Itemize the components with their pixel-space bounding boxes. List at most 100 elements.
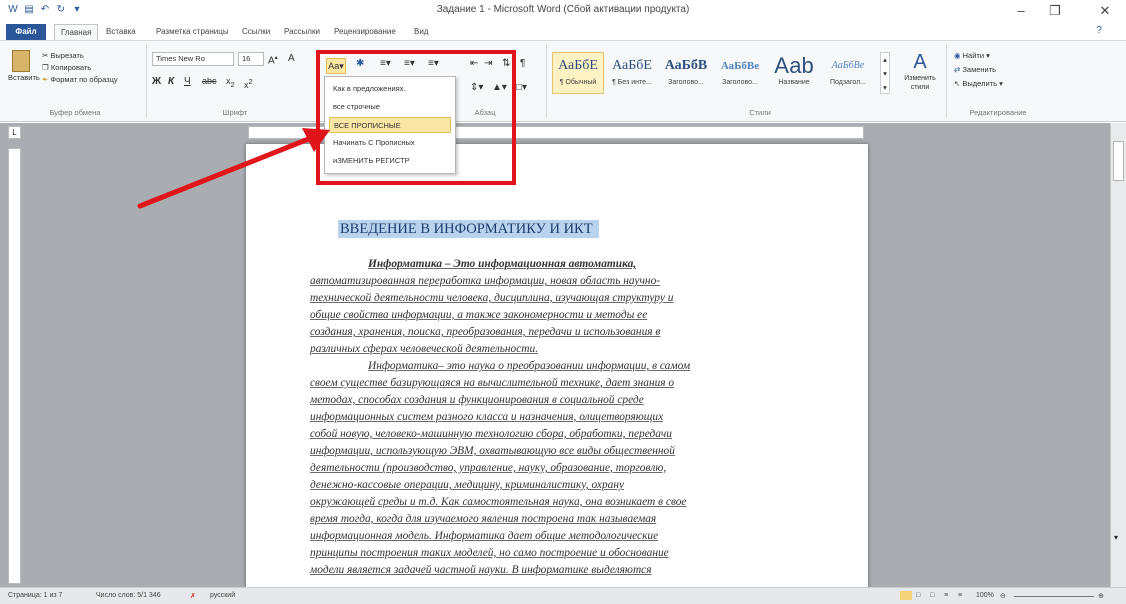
page-counter[interactable]: Страница: 1 из 7 — [8, 592, 62, 599]
strikethrough-icon[interactable]: abc — [202, 76, 217, 87]
scroll-down-icon[interactable]: ▾ — [1114, 533, 1118, 542]
bold-icon[interactable]: Ж — [152, 76, 161, 87]
tab-home[interactable]: Главная — [54, 24, 99, 40]
doc-line[interactable]: модели является задачей частной науки. В… — [310, 563, 830, 577]
format-painter-button[interactable]: ✒ Формат по образцу — [42, 74, 118, 85]
scissors-icon: ✂ — [42, 51, 49, 60]
style-title[interactable]: Ааb Название — [768, 52, 820, 94]
doc-line[interactable]: различных сферах человеческой деятельнос… — [310, 342, 830, 356]
doc-line[interactable]: автоматизированная переработка информаци… — [310, 274, 830, 288]
copy-button[interactable]: ❐ Копировать — [42, 62, 91, 73]
clipboard-icon — [12, 50, 30, 72]
title-bar: W ▤ ↶ ↻ ▾ Задание 1 - Microsoft Word (Сб… — [0, 0, 1126, 22]
copy-label: Копировать — [50, 63, 92, 72]
vertical-ruler[interactable] — [8, 148, 21, 584]
doc-line[interactable]: собой новую, человеко-машинную технологи… — [310, 427, 830, 441]
print-layout-view-icon[interactable] — [900, 591, 912, 600]
find-button[interactable]: ◉ Найти ▾ — [954, 50, 990, 61]
style-sample: АаБбВ — [664, 58, 708, 73]
zoom-slider[interactable] — [1014, 596, 1094, 597]
style-heading-1[interactable]: АаБбВ Заголово... — [660, 52, 712, 94]
doc-line[interactable]: время тогда, когда для изучаемого явлени… — [310, 512, 830, 526]
web-layout-view-icon[interactable]: □ — [930, 592, 934, 599]
italic-icon[interactable]: К — [168, 76, 174, 87]
font-name-combo[interactable]: Times New Ro — [152, 52, 234, 66]
zoom-out-icon[interactable]: ⊖ — [1000, 592, 1006, 600]
clipboard-group-label: Буфер обмена — [49, 108, 101, 117]
close-button[interactable]: ✕ — [1090, 2, 1120, 20]
change-styles-icon: A — [913, 51, 927, 73]
style-subtitle[interactable]: АаБбВе Подзагол... — [822, 52, 874, 94]
tab-insert[interactable]: Вставка — [100, 24, 142, 40]
change-styles-button[interactable]: A Изменить стили — [898, 50, 942, 92]
style-heading-2[interactable]: АаБбВе Заголово... — [714, 52, 766, 94]
select-button[interactable]: ↖ Выделить ▾ — [954, 78, 1003, 89]
tab-view[interactable]: Вид — [408, 24, 434, 40]
divider — [146, 44, 147, 118]
subscript-icon[interactable]: x2 — [226, 76, 235, 90]
document-heading[interactable]: ВВЕДЕНИЕ В ИНФОРМАТИКУ И ИКТ — [338, 220, 599, 238]
borders-icon[interactable]: □▾ — [516, 82, 527, 93]
minimize-button[interactable]: – — [1006, 2, 1036, 20]
doc-line[interactable]: принципы построения таких моделей, но са… — [310, 546, 830, 560]
language-indicator[interactable]: русский — [210, 592, 235, 599]
word-count[interactable]: Число слов: 5/1 346 — [96, 592, 161, 599]
style-sample: АаБбВе — [720, 60, 760, 72]
divider — [546, 44, 547, 118]
zoom-in-icon[interactable]: ⊕ — [1098, 592, 1104, 600]
style-name: Название — [778, 79, 810, 86]
tab-file[interactable]: Файл — [6, 24, 46, 40]
show-marks-icon[interactable]: ¶ — [520, 58, 525, 69]
doc-line[interactable]: Информатика– это наука о преобразовании … — [368, 359, 888, 373]
doc-line[interactable]: деятельности (производство, управление, … — [310, 461, 830, 475]
tab-page-layout[interactable]: Разметка страницы — [150, 24, 235, 40]
full-screen-view-icon[interactable]: □ — [916, 592, 920, 599]
doc-line[interactable]: информационных систем разного класса и н… — [310, 410, 830, 424]
shrink-font-icon[interactable]: A — [288, 53, 295, 64]
ribbon-tabs: Файл Главная Вставка Разметка страницы С… — [0, 22, 1126, 40]
cut-button[interactable]: ✂ Вырезать — [42, 50, 84, 61]
ruler-tab-selector[interactable]: L — [8, 126, 21, 139]
replace-label: Заменить — [962, 65, 997, 74]
style-name: ¶ Обычный — [559, 79, 597, 86]
scrollbar-thumb[interactable] — [1113, 141, 1124, 181]
tab-mailings[interactable]: Рассылки — [278, 24, 326, 40]
tab-references[interactable]: Ссылки — [236, 24, 276, 40]
window-title: Задание 1 - Microsoft Word (Сбой активац… — [436, 4, 690, 15]
doc-line[interactable]: окружающей среды и т.д. Как самостоятель… — [310, 495, 830, 509]
doc-line[interactable]: своем существе базирующаяся на вычислите… — [310, 376, 830, 390]
paste-button[interactable]: Вставить — [8, 50, 40, 86]
style-name: Заголово... — [668, 79, 704, 86]
doc-line[interactable]: Информатика – Это информационная автомат… — [368, 257, 888, 271]
find-label: Найти — [962, 51, 985, 60]
editing-group-label: Редактирование — [969, 108, 1027, 117]
zoom-level[interactable]: 100% — [976, 592, 994, 599]
replace-button[interactable]: ⇄ Заменить — [954, 64, 996, 75]
style-sample: Ааb — [774, 53, 814, 78]
doc-line[interactable]: методах, способах создания и функциониро… — [310, 393, 830, 407]
font-size-combo[interactable]: 16 — [238, 52, 264, 66]
doc-line[interactable]: создания, хранения, поиска, преобразован… — [310, 325, 830, 339]
binoculars-icon: ◉ — [954, 51, 961, 60]
doc-line[interactable]: денежно-кассовые операции, медицину, кри… — [310, 478, 830, 492]
superscript-icon[interactable]: x2 — [244, 76, 253, 91]
help-icon[interactable]: ? — [1092, 25, 1106, 37]
doc-line[interactable]: общие свойства информации, а также закон… — [310, 308, 830, 322]
replace-icon: ⇄ — [954, 65, 961, 74]
grow-font-icon[interactable]: A▴ — [268, 53, 278, 66]
proofing-icon[interactable]: ✗ — [190, 592, 196, 600]
styles-scroll[interactable]: ▴ ▾ ▾ — [880, 52, 890, 94]
status-bar: Страница: 1 из 7 Число слов: 5/1 346 ✗ р… — [0, 587, 1126, 604]
draft-view-icon[interactable]: ≡ — [958, 592, 962, 599]
doc-line[interactable]: информации, использующую ЭВМ, охватывающ… — [310, 444, 830, 458]
outline-view-icon[interactable]: ≡ — [944, 592, 948, 599]
vertical-scrollbar[interactable]: ▾ — [1110, 123, 1126, 587]
tab-review[interactable]: Рецензирование — [328, 24, 402, 40]
style-no-spacing[interactable]: АаБбЕ ¶ Без инте... — [606, 52, 658, 94]
doc-line[interactable]: информационная модель. Информатика дает … — [310, 529, 830, 543]
doc-line[interactable]: технической деятельности человека, дисци… — [310, 291, 830, 305]
divider — [946, 44, 947, 118]
underline-icon[interactable]: Ч — [184, 76, 191, 87]
restore-button[interactable]: ❐ — [1040, 2, 1070, 20]
style-normal[interactable]: АаБбЕ ¶ Обычный — [552, 52, 604, 94]
